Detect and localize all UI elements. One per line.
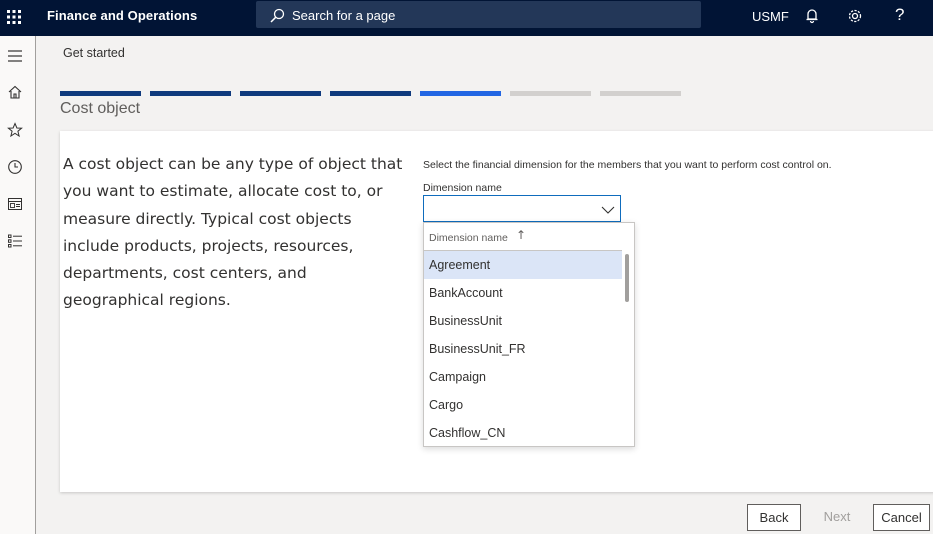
help-icon[interactable]: ?: [895, 5, 904, 25]
dropdown-option[interactable]: BankAccount: [424, 279, 622, 307]
dropdown-option[interactable]: BusinessUnit_FR: [424, 335, 622, 363]
wizard-step-3: [240, 91, 321, 96]
list-icon[interactable]: [7, 233, 23, 249]
dropdown-option[interactable]: Cashflow_CN: [424, 419, 622, 447]
workspace-icon[interactable]: [7, 196, 23, 212]
waffle-icon[interactable]: [5, 7, 23, 27]
dropdown-option[interactable]: Campaign: [424, 363, 622, 391]
star-icon[interactable]: [7, 122, 23, 138]
next-button: Next: [823, 509, 851, 524]
home-icon[interactable]: [7, 84, 23, 100]
dropdown-option[interactable]: Agreement: [424, 251, 622, 279]
search-icon: [269, 8, 285, 28]
search-input[interactable]: Search for a page: [256, 1, 701, 28]
clock-icon[interactable]: [7, 159, 23, 175]
sort-ascending-icon: ↑: [516, 228, 527, 242]
page-title: Cost object: [60, 100, 141, 117]
cancel-button[interactable]: Cancel: [873, 504, 930, 531]
back-button[interactable]: Back: [747, 504, 801, 531]
instruction-text: Select the financial dimension for the m…: [423, 159, 832, 171]
search-placeholder: Search for a page: [292, 8, 396, 23]
wizard-step-5: [420, 91, 501, 96]
dimension-dropdown-list: Dimension name ↑ Agreement BankAccount Bus…: [423, 222, 635, 447]
gear-icon[interactable]: [846, 7, 864, 25]
column-header-dimension-name[interactable]: Dimension name ↑: [424, 223, 622, 251]
wizard-step-4: [330, 91, 411, 96]
dropdown-option[interactable]: BusinessUnit: [424, 307, 622, 335]
company-picker[interactable]: USMF: [752, 9, 789, 24]
dimension-name-label: Dimension name: [423, 182, 502, 194]
dimension-name-combobox[interactable]: [423, 195, 621, 222]
wizard-step-1: [60, 91, 141, 96]
bell-icon[interactable]: [803, 7, 821, 25]
description-text: A cost object can be any type of object …: [63, 155, 403, 310]
column-header-label: Dimension name: [429, 232, 508, 244]
wizard-step-2: [150, 91, 231, 96]
hamburger-icon[interactable]: [7, 48, 23, 64]
left-navigation: [0, 36, 36, 534]
chevron-down-icon[interactable]: [600, 202, 616, 221]
wizard-step-6: [510, 91, 591, 96]
dropdown-option[interactable]: Cargo: [424, 391, 622, 419]
top-bar: Finance and Operations Search for a page…: [0, 0, 933, 36]
wizard-step-7: [600, 91, 681, 96]
dropdown-scrollbar[interactable]: [625, 254, 629, 302]
breadcrumb[interactable]: Get started: [63, 46, 125, 60]
app-title[interactable]: Finance and Operations: [47, 8, 197, 23]
